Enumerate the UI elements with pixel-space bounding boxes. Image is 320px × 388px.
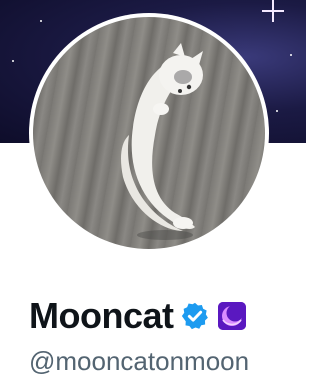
banner-star — [276, 110, 278, 112]
user-handle: @mooncatonmoon — [29, 346, 250, 376]
banner-star — [290, 54, 292, 56]
avatar[interactable] — [29, 13, 269, 253]
display-name: Mooncat — [29, 295, 174, 336]
display-name-row: Mooncat — [29, 294, 246, 338]
sparkle-icon — [262, 0, 284, 22]
verified-check-icon[interactable] — [180, 301, 210, 331]
banner-star — [12, 60, 14, 62]
cat-illustration — [121, 43, 203, 240]
crescent-moon-badge-icon[interactable] — [217, 302, 246, 330]
avatar-image — [33, 17, 265, 249]
crescent-moon-icon — [217, 302, 246, 330]
